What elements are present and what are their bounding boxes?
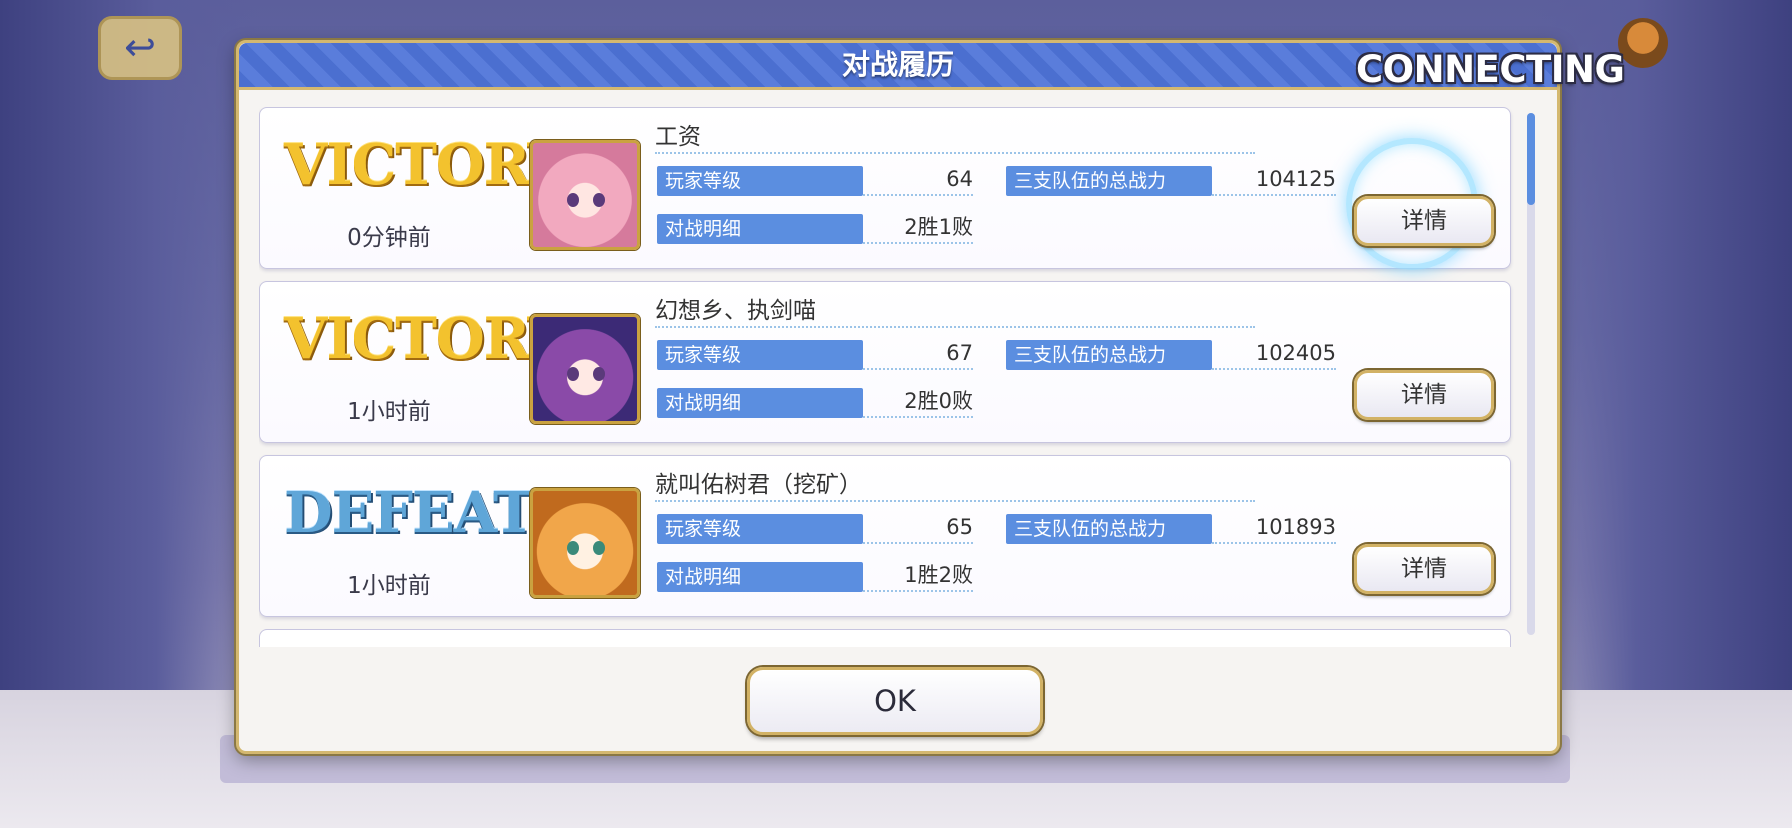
- result-defeat-badge: DEFEAT: [284, 480, 535, 546]
- battle-detail-value: 1胜2败: [863, 560, 973, 592]
- team-power-value: 101893: [1212, 512, 1336, 544]
- result-victory-badge: VICTORY: [284, 306, 567, 372]
- player-level-value: 64: [863, 164, 973, 196]
- details-button[interactable]: 详情: [1354, 544, 1494, 594]
- opponent-name: 幻想乡、执剑喵: [655, 296, 1255, 328]
- opponent-name: 就叫佑树君（挖矿）: [655, 470, 1255, 502]
- player-level-label: 玩家等级: [657, 340, 863, 370]
- portrait-eye-right: [593, 193, 605, 207]
- background-curtain-left: [0, 0, 260, 700]
- shop-icon: [1618, 18, 1668, 68]
- record-time: 1小时前: [347, 399, 431, 425]
- portrait-eye-right: [593, 367, 605, 381]
- ok-button[interactable]: OK: [747, 667, 1043, 735]
- battle-detail-label: 对战明细: [657, 562, 863, 592]
- opponent-name: 工资: [655, 122, 1255, 154]
- team-power-label: 三支队伍的总战力: [1006, 514, 1212, 544]
- battle-detail-label: 对战明细: [657, 388, 863, 418]
- background-curtain-right: [1532, 0, 1792, 700]
- record-time: 0分钟前: [347, 225, 431, 251]
- battle-detail-value: 2胜0败: [863, 386, 973, 418]
- purple-hair-character-portrait-icon: [530, 314, 640, 424]
- orange-hair-character-portrait-icon: [530, 488, 640, 598]
- player-level-value: 65: [863, 512, 973, 544]
- team-power-value: 104125: [1212, 164, 1336, 196]
- details-button[interactable]: 详情: [1354, 196, 1494, 246]
- battle-record-row-partial: [259, 629, 1511, 647]
- player-level-label: 玩家等级: [657, 166, 863, 196]
- battle-record-row: VICTORY 1小时前 幻想乡、执剑喵 玩家等级 67 对战明细 2胜0败 三…: [259, 281, 1511, 443]
- battle-record-list[interactable]: VICTORY 0分钟前 工资 玩家等级 64 对战明细 2胜1败 三支队伍的总…: [259, 107, 1529, 647]
- list-scrollbar[interactable]: [1527, 113, 1535, 635]
- player-level-value: 67: [863, 338, 973, 370]
- team-power-label: 三支队伍的总战力: [1006, 166, 1212, 196]
- battle-detail-label: 对战明细: [657, 214, 863, 244]
- battle-record-row: VICTORY 0分钟前 工资 玩家等级 64 对战明细 2胜1败 三支队伍的总…: [259, 107, 1511, 270]
- battle-record-row: DEFEAT 1小时前 就叫佑树君（挖矿） 玩家等级 65 对战明细 1胜2败 …: [259, 455, 1511, 617]
- battle-history-dialog: 对战履历 VICTORY 0分钟前 工资 玩家等级 64 对战明细 2胜1败 三…: [236, 40, 1560, 754]
- scrollbar-thumb[interactable]: [1527, 113, 1535, 205]
- pink-hair-character-portrait-icon: [530, 140, 640, 250]
- team-power-label: 三支队伍的总战力: [1006, 340, 1212, 370]
- details-button[interactable]: 详情: [1354, 370, 1494, 420]
- connecting-status: CONNECTING: [1356, 48, 1625, 91]
- portrait-eye-right: [593, 541, 605, 555]
- portrait-eye-left: [567, 367, 579, 381]
- result-victory-badge: VICTORY: [284, 132, 567, 198]
- portrait-eye-left: [567, 541, 579, 555]
- record-time: 1小时前: [347, 573, 431, 599]
- battle-detail-value: 2胜1败: [863, 212, 973, 244]
- player-level-label: 玩家等级: [657, 514, 863, 544]
- back-arrow-icon: ↩: [98, 16, 182, 80]
- portrait-eye-left: [567, 193, 579, 207]
- team-power-value: 102405: [1212, 338, 1336, 370]
